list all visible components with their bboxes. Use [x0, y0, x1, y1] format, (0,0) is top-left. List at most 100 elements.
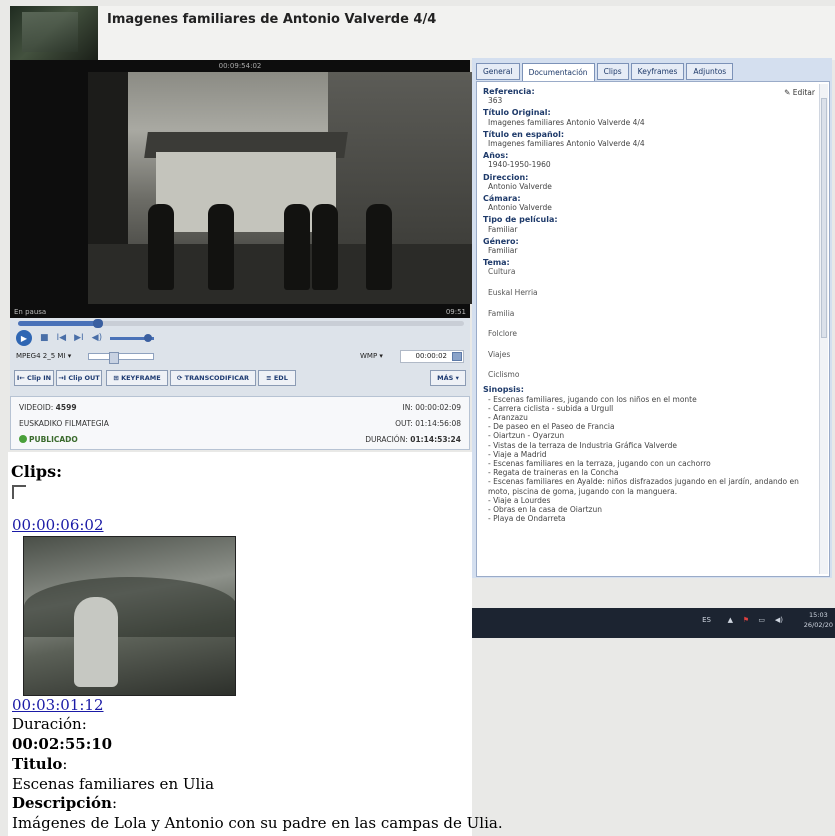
tab-keyframes[interactable]: Keyframes [630, 63, 685, 80]
tab-bar: General Documentación Clips Keyframes Ad… [476, 63, 734, 81]
out-line: OUT: 01:14:56:08 [395, 419, 461, 428]
field-label: Tema: [483, 258, 510, 268]
field-tema: Tema: Cultura Euskal Herria Familia Folc… [483, 258, 813, 382]
edl-label: EDL [273, 374, 288, 382]
descripcion-line: Descripción: [12, 794, 118, 812]
play-button[interactable]: ▶ [16, 330, 32, 346]
seek-handle[interactable] [93, 319, 104, 328]
flag-icon[interactable]: ⚑ [743, 616, 749, 624]
videoid-label: VIDEOID: [19, 403, 54, 412]
field-label: Tipo de película: [483, 215, 558, 225]
sinopsis-item: - Escenas familiares en Ayalde: niños di… [488, 477, 799, 496]
transport-controls: ▶ ■ I◀ ▶I ◀) [16, 330, 155, 346]
keyframe-button[interactable]: ⊞ KEYFRAME [106, 370, 168, 386]
tema-item: Ciclismo [488, 370, 520, 380]
seek-bar[interactable] [18, 319, 464, 328]
language-indicator[interactable]: ES [702, 616, 711, 624]
field-value: Imagenes familiares Antonio Valverde 4/4 [488, 117, 645, 127]
frame-street [88, 244, 473, 304]
player-timecode: 00:09:54:02 [218, 62, 262, 70]
clip-in-button[interactable]: I← Clip IN [14, 370, 54, 386]
descripcion-value: Imágenes de Lola y Antonio con su padre … [12, 814, 503, 832]
field-anos: Años: 1940-1950-1960 [483, 151, 813, 169]
thumb-figure [74, 597, 118, 687]
next-frame-icon[interactable]: ▶I [74, 333, 84, 343]
field-titulo-original: Título Original: Imagenes familiares Anto… [483, 108, 813, 126]
status-label: PUBLICADO [29, 435, 78, 444]
tab-documentacion[interactable]: Documentación [521, 63, 595, 81]
tab-adjuntos[interactable]: Adjuntos [686, 63, 734, 80]
format-select[interactable]: MPEG4 2_5 MI ▾ [16, 352, 71, 360]
documentation-fields: Referencia: 363 Título Original: Imagenes … [483, 87, 813, 526]
video-player[interactable]: 00:09:54:02 En pausa 09:51 [10, 60, 473, 318]
in-line: IN: 00:00:02:09 [402, 403, 461, 412]
field-value: Antonio Valverde [488, 203, 552, 213]
volume-slider[interactable] [110, 333, 155, 342]
thumb-hill [24, 577, 235, 637]
sinopsis-item: - Carrera ciclista - subida a Urgull [488, 403, 614, 413]
clip-checkbox[interactable] [12, 485, 26, 499]
more-button[interactable]: MÁS ▾ [430, 370, 466, 386]
tab-general[interactable]: General [476, 63, 520, 80]
taskbar-clock[interactable]: 15:03 26/02/20 [804, 610, 833, 630]
windows-taskbar: ES ▲ ⚑ ▭ ◀) 15:03 26/02/20 [472, 608, 835, 638]
in-value: 00:00:02:09 [415, 403, 461, 412]
frame-figure [208, 204, 234, 290]
field-label: Título en español: [483, 129, 565, 139]
timecode-value: 00:00:02 [415, 352, 447, 360]
player-end-time: 09:51 [445, 308, 466, 316]
transcode-button[interactable]: ⟳ TRANSCODIFICAR [170, 370, 256, 386]
out-value: 01:14:56:08 [415, 419, 461, 428]
tab-clips[interactable]: Clips [596, 63, 629, 80]
field-titulo-es: Título en español: Imagenes familiares An… [483, 130, 813, 148]
clip-out-button[interactable]: →I Clip OUT [56, 370, 102, 386]
duracion-line: Duración: [12, 715, 87, 733]
frame-figure [284, 204, 310, 290]
tema-item: Folclore [488, 329, 518, 339]
speaker-icon[interactable]: ◀) [775, 616, 783, 624]
field-label: Años: [483, 151, 509, 161]
clip-thumbnail[interactable] [23, 536, 236, 696]
stop-icon[interactable]: ■ [40, 333, 49, 343]
frame-building-right [328, 72, 473, 272]
documentation-scrollbar[interactable] [819, 84, 828, 574]
format-row: MPEG4 2_5 MI ▾ WMP ▾ 00:00:02 [16, 350, 466, 364]
timecode-go-icon[interactable] [452, 352, 462, 361]
out-label: OUT: [395, 419, 413, 428]
documentation-panel: General Documentación Clips Keyframes Ad… [472, 58, 832, 578]
video-frame[interactable] [88, 72, 473, 304]
field-value: Familiar [488, 224, 518, 234]
output-select[interactable]: WMP ▾ [360, 352, 383, 360]
keyframe-label: KEYFRAME [121, 374, 161, 382]
action-toolbar: I← Clip IN →I Clip OUT ⊞ KEYFRAME ⟳ TRAN… [14, 370, 466, 386]
field-label: Cámara: [483, 194, 521, 204]
volume-icon[interactable]: ◀) [92, 333, 102, 343]
field-value: 1940-1950-1960 [488, 160, 551, 170]
field-value: 363 [488, 96, 503, 106]
network-icon[interactable]: ▭ [758, 616, 765, 624]
prev-frame-icon[interactable]: I◀ [57, 333, 67, 343]
in-label: IN: [402, 403, 413, 412]
scrollbar-thumb[interactable] [821, 98, 827, 338]
clock-date: 26/02/20 [803, 621, 833, 629]
edl-button[interactable]: ≡ EDL [258, 370, 296, 386]
clip-end-link[interactable]: 00:03:01:12 [12, 696, 104, 714]
status-badge: PUBLICADO [19, 435, 78, 444]
tema-item: Cultura [488, 267, 516, 277]
sinopsis-item: - Vistas de la terraza de Industria Gráf… [488, 440, 677, 450]
tray-arrow-icon[interactable]: ▲ [728, 616, 733, 624]
transcode-icon: ⟳ [176, 374, 185, 382]
player-status: En pausa [14, 308, 47, 316]
field-value: Antonio Valverde [488, 181, 552, 191]
quality-slider[interactable] [88, 352, 154, 364]
duracion-label: Duración [12, 715, 82, 733]
field-camara: Cámara: Antonio Valverde [483, 194, 813, 212]
timecode-field[interactable]: 00:00:02 [400, 350, 464, 363]
header-thumbnail [10, 6, 98, 60]
field-tipo: Tipo de película: Familiar [483, 215, 813, 233]
page-title: Imagenes familiares de Antonio Valverde … [107, 12, 437, 27]
clips-section: Clips: 00:00:06:02 00:03:01:12 Duración:… [8, 452, 503, 836]
tema-item: Viajes [488, 349, 511, 359]
clip-start-link[interactable]: 00:00:06:02 [12, 516, 104, 534]
titulo-label: Titulo [12, 755, 63, 773]
